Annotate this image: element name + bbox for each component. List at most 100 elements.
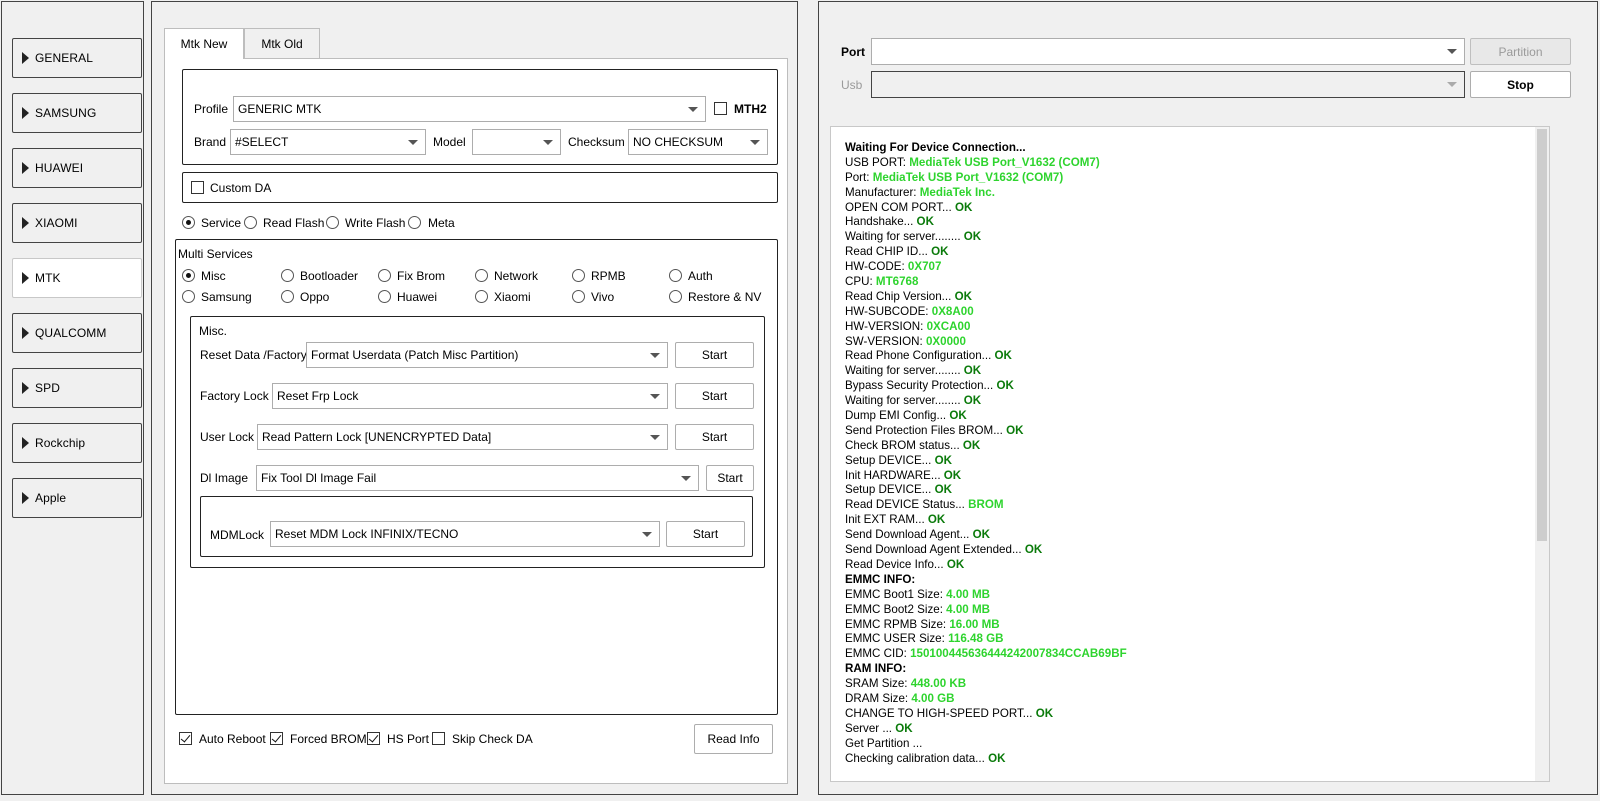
radio-read-flash[interactable] [244,216,257,229]
sidebar-item-mtk[interactable]: MTK [12,258,142,298]
sidebar-item-huawei[interactable]: HUAWEI [12,148,142,188]
log-line: Waiting for server........ OK [845,230,1127,245]
log-value: BROM [968,498,1004,512]
sidebar-item-rockchip[interactable]: Rockchip [12,423,142,463]
sidebar-item-spd[interactable]: SPD [12,368,142,408]
brand-select[interactable]: #SELECT [230,129,426,155]
tab-mtk-new[interactable]: Mtk New [164,28,244,59]
log-value: 0X0000 [925,334,966,348]
radio-vivo[interactable] [572,290,585,303]
radio-bootloader[interactable] [281,269,294,282]
log-line: Checking calibration data... OK [845,752,1127,767]
log-line: Init EXT RAM... OK [845,513,1127,528]
forced-brom-checkbox[interactable] [270,732,283,745]
log-text: Send Protection Files BROM... [845,423,1007,437]
log-value: 16.00 MB [949,617,1000,631]
radio-oppo[interactable] [281,290,294,303]
hs-port-checkbox[interactable] [367,732,380,745]
tab-label: Mtk New [180,37,228,51]
sidebar-item-label: HUAWEI [35,161,84,175]
dl-image-start-button[interactable]: Start [706,465,754,491]
radio-restore-nv[interactable] [669,290,682,303]
dl-image-select[interactable]: Fix Tool Dl Image Fail [256,465,699,491]
checksum-select[interactable]: NO CHECKSUM [628,129,768,155]
log-value: OK [1035,706,1054,720]
profile-select[interactable]: GENERIC MTK [233,96,706,122]
chevron-down-icon [681,476,691,481]
log-scrollbar[interactable] [1535,127,1549,781]
radio-meta-label: Meta [428,216,455,230]
skip-check-da-checkbox[interactable] [432,732,445,745]
log-text: Bypass Security Protection... [845,379,997,393]
multi-services-title: Multi Services [178,247,253,261]
radio-auth[interactable] [669,269,682,282]
radio-xiaomi-label: Xiaomi [494,290,531,304]
checksum-value: NO CHECKSUM [633,135,724,149]
tab-label: Mtk Old [261,36,303,51]
radio-oppo-label: Oppo [300,290,330,304]
radio-service[interactable] [182,216,195,229]
log-line: Setup DEVICE... OK [845,483,1127,498]
log-value: 0X8A00 [931,304,974,318]
misc-title: Misc. [199,324,227,338]
stop-button[interactable]: Stop [1470,71,1571,98]
custom-da-checkbox[interactable] [191,181,204,194]
sidebar-item-apple[interactable]: Apple [12,478,142,518]
factory-lock-select[interactable]: Reset Frp Lock [272,383,668,409]
read-info-button[interactable]: Read Info [694,724,773,754]
radio-rpmb[interactable] [572,269,585,282]
log-line: Bypass Security Protection... OK [845,379,1127,394]
radio-samsung[interactable] [182,290,195,303]
factory-lock-start-button[interactable]: Start [675,383,754,409]
log-value: OK [963,394,982,408]
log-text: EMMC CID: [845,647,911,661]
sidebar-item-qualcomm[interactable]: QUALCOMM [12,313,142,353]
auto-reboot-checkbox[interactable] [179,732,192,745]
sidebar-item-samsung[interactable]: SAMSUNG [12,93,142,133]
log-value: OK [927,513,946,527]
log-value: 0X707 [907,260,942,274]
log-value: OK [916,215,934,229]
log-text: Read Device Info... [845,557,947,571]
log-value: MT6768 [875,275,919,289]
log-output[interactable]: Waiting For Device Connection... USB PORT… [830,126,1550,782]
mdm-select[interactable]: Reset MDM Lock INFINIX/TECNO [270,521,660,547]
model-select[interactable] [472,129,561,155]
user-lock-select[interactable]: Read Pattern Lock [UNENCRYPTED Data] [257,424,668,450]
log-scrollbar-thumb[interactable] [1537,129,1547,541]
radio-network[interactable] [475,269,488,282]
hs-port-label: HS Port [387,732,430,746]
radio-huawei[interactable] [378,290,391,303]
reset-data-start-button[interactable]: Start [675,342,754,368]
log-line: Check BROM status... OK [845,439,1127,454]
tab-mtk-old[interactable]: Mtk Old [244,28,320,58]
radio-write-flash[interactable] [326,216,339,229]
radio-meta[interactable] [408,216,421,229]
log-text: HW-CODE: [845,260,908,274]
partition-button[interactable]: Partition [1470,38,1571,65]
port-select[interactable] [871,38,1465,65]
caret-right-icon [22,52,29,64]
mdm-group: MDMLock Reset MDM Lock INFINIX/TECNO Sta… [200,496,753,557]
radio-misc-label: Misc [201,269,226,283]
log-value: OK [988,751,1006,765]
log-text: USB PORT: [845,155,910,169]
radio-fix-brom[interactable] [378,269,391,282]
user-lock-start-button[interactable]: Start [675,424,754,450]
log-line: EMMC CID: 150100445636444242007834CCAB69… [845,647,1127,662]
usb-select[interactable] [871,71,1465,98]
log-line: EMMC RPMB Size: 16.00 MB [845,618,1127,633]
reset-data-select[interactable]: Format Userdata (Patch Misc Partition) [306,342,668,368]
chevron-down-icon [1447,49,1457,54]
log-value: 4.00 MB [946,587,990,601]
radio-misc[interactable] [182,269,195,282]
log-line: CHANGE TO HIGH-SPEED PORT... OK [845,707,1127,722]
log-value: OK [895,721,913,735]
radio-xiaomi[interactable] [475,290,488,303]
sidebar-item-general[interactable]: GENERAL [12,38,142,78]
sidebar-item-xiaomi[interactable]: XIAOMI [12,203,142,243]
mdm-start-button[interactable]: Start [666,521,745,547]
log-line: USB PORT: MediaTek USB Port_V1632 (COM7) [845,156,1127,171]
sidebar-item-label: SPD [35,381,60,395]
mth2-checkbox[interactable] [714,102,727,115]
